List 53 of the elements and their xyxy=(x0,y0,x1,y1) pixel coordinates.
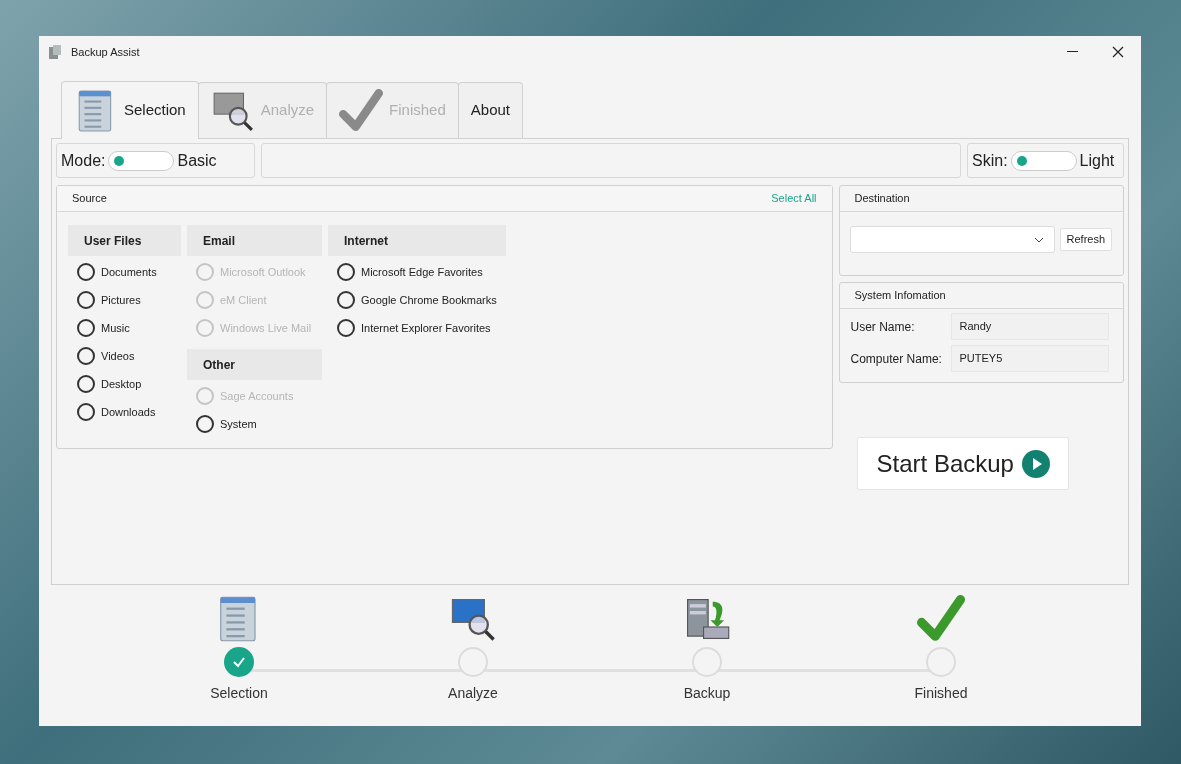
window-title: Backup Assist xyxy=(71,44,140,60)
step-label: Selection xyxy=(210,684,268,703)
group-header: Other xyxy=(187,349,322,380)
step-label: Analyze xyxy=(448,684,498,703)
field-label: Computer Name: xyxy=(850,350,943,368)
radio-option[interactable]: Pictures xyxy=(77,286,181,314)
group-header: User Files xyxy=(68,225,181,256)
tab[interactable]: About xyxy=(457,82,523,138)
radio-option[interactable]: Downloads xyxy=(77,398,181,426)
step-label: Backup xyxy=(683,684,731,703)
radio-button[interactable] xyxy=(337,263,355,281)
radio-button[interactable] xyxy=(77,319,95,337)
panel-title: System Infomation xyxy=(854,288,946,304)
play-icon xyxy=(1021,449,1050,478)
checkmark-icon xyxy=(339,88,384,133)
group-header: Internet xyxy=(328,225,506,256)
radio-option[interactable]: Music xyxy=(77,314,181,342)
panel-title: Destination xyxy=(854,191,910,207)
toggle-switch[interactable] xyxy=(108,150,175,171)
toggle-label: Skin: xyxy=(972,150,1008,171)
panel-title: Source xyxy=(72,191,107,207)
app-icon xyxy=(47,44,63,60)
radio-option[interactable]: Desktop xyxy=(77,370,181,398)
radio-button[interactable] xyxy=(77,375,95,393)
toggle-value: Basic xyxy=(177,150,217,171)
toggle-switch[interactable] xyxy=(1010,150,1077,171)
radio-option[interactable]: System xyxy=(196,410,322,438)
refresh-button[interactable]: Refresh xyxy=(1059,228,1113,251)
input-field[interactable]: PUTEY5 xyxy=(950,345,1109,372)
radio-option[interactable]: Documents xyxy=(77,258,181,286)
group-header: Email xyxy=(187,225,322,256)
radio-button[interactable] xyxy=(77,347,95,365)
input-field[interactable]: Randy xyxy=(950,313,1109,340)
minimize-icon xyxy=(1066,51,1078,53)
radio-option[interactable]: Google Chrome Bookmarks xyxy=(337,286,506,314)
tab[interactable]: Selection xyxy=(61,81,199,139)
toggle-value: Light xyxy=(1079,150,1115,171)
checkmark-icon xyxy=(917,595,965,643)
field-label: User Name: xyxy=(850,318,916,336)
radio-button[interactable] xyxy=(77,263,95,281)
radio-button[interactable] xyxy=(337,291,355,309)
toggle-label: Mode: xyxy=(61,150,106,171)
radio-option[interactable]: Microsoft Edge Favorites xyxy=(337,258,506,286)
step-label: Finished xyxy=(914,684,968,703)
radio-button[interactable] xyxy=(196,415,214,433)
chevron-down-icon xyxy=(1033,236,1044,243)
radio-button[interactable] xyxy=(77,403,95,421)
radio-option[interactable]: Internet Explorer Favorites xyxy=(337,314,506,342)
radio-button[interactable] xyxy=(337,319,355,337)
radio-button[interactable] xyxy=(77,291,95,309)
start-backup-button[interactable]: Start Backup xyxy=(857,437,1070,490)
close-icon xyxy=(1112,46,1124,58)
radio-option[interactable]: Videos xyxy=(77,342,181,370)
